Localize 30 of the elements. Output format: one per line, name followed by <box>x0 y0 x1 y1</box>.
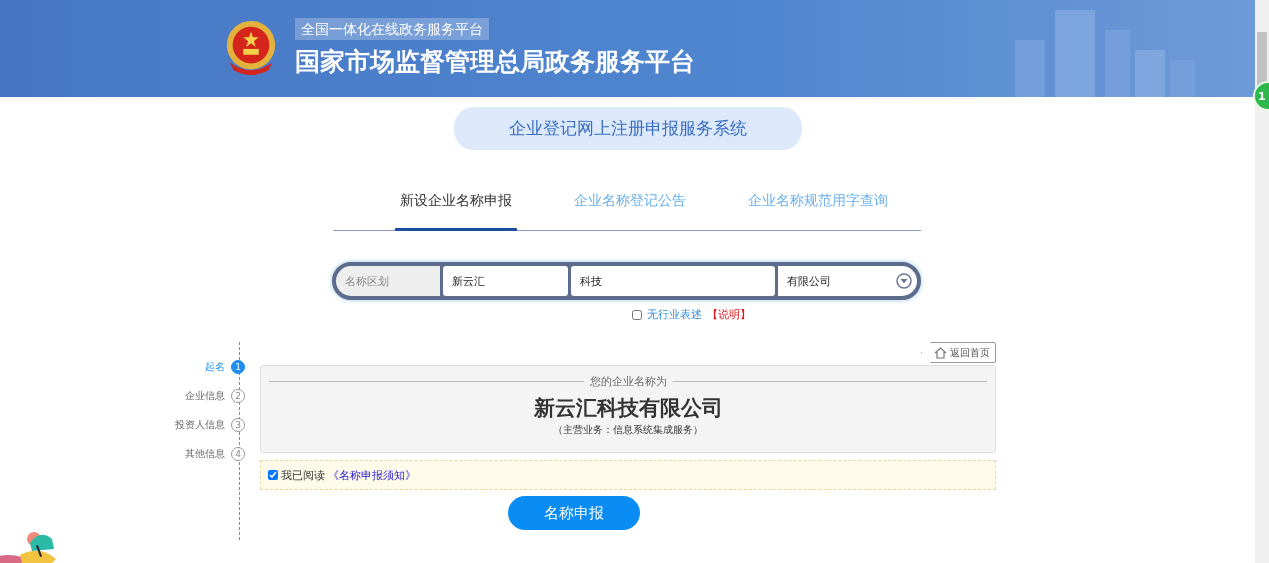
home-icon <box>934 346 947 359</box>
notice-link[interactable]: 《名称申报须知》 <box>328 467 416 483</box>
step-label[interactable]: 企业信息 <box>185 389 225 403</box>
step-number: 1 <box>231 360 245 374</box>
tab[interactable]: 新设企业名称申报 <box>395 192 517 231</box>
name-part-field[interactable]: 新云汇 <box>443 266 568 296</box>
explanation-link[interactable]: 【说明】 <box>707 307 751 322</box>
step-number: 4 <box>231 447 245 461</box>
step-number: 2 <box>231 389 245 403</box>
step-label[interactable]: 其他信息 <box>185 447 225 461</box>
result-caption: 您的企业名称为 <box>583 374 673 389</box>
no-industry-label: 无行业表述 <box>647 307 702 322</box>
agreement-checkbox[interactable] <box>268 470 278 480</box>
region-field[interactable]: 名称区划 <box>336 266 440 296</box>
platform-title: 国家市场监督管理总局政务服务平台 <box>295 46 695 78</box>
back-home-button[interactable]: 返回首页 <box>921 342 996 363</box>
name-part-field[interactable]: 科技 <box>571 266 775 296</box>
step-label[interactable]: 投资人信息 <box>175 418 225 432</box>
step-number: 3 <box>231 418 245 432</box>
company-name: 新云汇科技有限公司 <box>533 395 723 421</box>
submit-button[interactable]: 名称申报 <box>508 496 640 530</box>
platform-subtitle: 全国一体化在线政务服务平台 <box>295 18 489 40</box>
step-label[interactable]: 起名 <box>205 360 225 374</box>
dropdown-icon <box>896 273 912 289</box>
scrollbar[interactable] <box>1255 0 1269 563</box>
company-type-select[interactable]: 有限公司 <box>778 266 917 296</box>
agreement-label: 我已阅读 <box>281 467 325 483</box>
system-title: 企业登记网上注册申报服务系统 <box>453 107 802 150</box>
main-business: （主营业务：信息系统集成服务） <box>553 423 703 437</box>
no-industry-checkbox[interactable] <box>632 309 642 320</box>
